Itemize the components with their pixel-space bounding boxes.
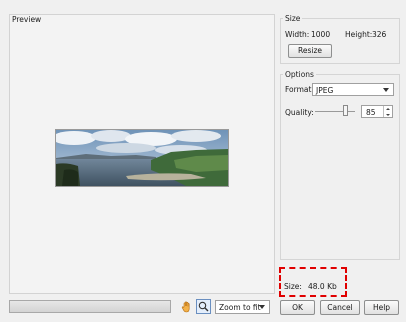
preview-title: Preview <box>12 15 42 24</box>
ok-button[interactable]: OK <box>280 300 315 315</box>
options-group <box>280 74 400 260</box>
height-label: Height: <box>345 30 373 39</box>
options-group-title: Options <box>283 70 316 79</box>
zoom-select-value: Zoom to fit <box>219 303 261 312</box>
landscape-photo <box>56 130 228 186</box>
quality-spinner[interactable]: 85 <box>361 105 393 118</box>
format-select-value: JPEG <box>316 86 334 95</box>
progress-bar <box>9 300 171 313</box>
zoom-tool-icon <box>198 301 209 312</box>
zoom-select[interactable]: Zoom to fit <box>215 300 270 314</box>
width-value: 1000 <box>311 30 331 39</box>
zoom-tool-button[interactable] <box>196 299 211 314</box>
quality-label: Quality: <box>285 108 314 117</box>
preview-image <box>55 129 229 187</box>
format-select[interactable]: JPEG <box>312 83 394 96</box>
hand-tool-button[interactable] <box>180 300 194 314</box>
spinner-buttons[interactable] <box>383 106 392 117</box>
format-label: Format: <box>285 85 314 94</box>
quality-value: 85 <box>366 108 376 117</box>
hand-tool-icon <box>181 301 190 313</box>
width-label: Width: <box>285 30 310 39</box>
chevron-down-icon <box>383 88 389 92</box>
spinner-arrows-icon <box>386 108 390 116</box>
chevron-down-icon <box>259 305 265 309</box>
quality-slider-thumb[interactable] <box>343 105 348 116</box>
resize-button[interactable]: Resize <box>288 44 332 58</box>
height-value: 326 <box>372 30 387 39</box>
cancel-button[interactable]: Cancel <box>320 300 360 315</box>
highlight-box <box>279 267 347 297</box>
quality-slider-track[interactable] <box>315 111 355 112</box>
size-group-title: Size <box>283 14 303 23</box>
help-button[interactable]: Help <box>364 300 399 315</box>
